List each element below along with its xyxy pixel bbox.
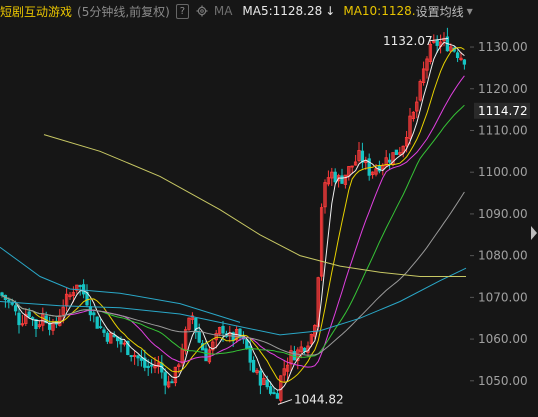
y-tick-label: 1120.00 — [478, 82, 528, 96]
chevron-down-icon[interactable]: ▼ — [467, 7, 473, 16]
candle-body — [394, 149, 399, 156]
candle-body — [119, 339, 123, 345]
candle-body — [129, 355, 133, 357]
y-tick-label: 1110.00 — [478, 123, 528, 137]
kline-svg[interactable]: 1130.00 1120.00 1110.00 1100.00 1090.00 1080.… — [0, 22, 538, 413]
down-arrow-icon: ↓ — [325, 4, 336, 18]
candle-body — [197, 331, 201, 343]
candle-body — [245, 339, 249, 349]
candle-body — [251, 359, 256, 373]
candle-body — [78, 284, 82, 287]
candle-body — [95, 316, 99, 329]
candle-body — [27, 311, 31, 318]
ma120-line — [0, 267, 467, 336]
high-label: 1132.07 — [383, 34, 433, 48]
candle-body — [13, 305, 18, 312]
candle-body — [98, 326, 103, 329]
candle-body — [136, 355, 140, 359]
y-tick-label: 1090.00 — [478, 207, 528, 221]
candle-body — [268, 386, 273, 394]
candle-body — [221, 325, 225, 334]
candle-body — [81, 284, 86, 295]
candle-body — [272, 392, 276, 395]
y-tick-label: 1080.00 — [478, 249, 528, 263]
y-tick-label: 1100.00 — [478, 165, 528, 179]
candle-body — [204, 348, 208, 362]
ma5-value: MA5:1128.28 — [242, 4, 323, 18]
candle-body — [10, 302, 14, 305]
help-button[interactable]: ? — [175, 3, 189, 19]
candle-body — [102, 329, 106, 333]
candle-body — [105, 332, 110, 342]
candle-body — [265, 379, 269, 388]
candle-body — [275, 393, 280, 399]
kline-chart[interactable]: 1130.00 1120.00 1110.00 1100.00 1090.00 1080.… — [0, 22, 538, 413]
stock-title[interactable]: 短剧互动游戏 — [0, 3, 72, 20]
candle-body — [30, 317, 35, 320]
candle-body — [149, 364, 154, 367]
y-tick-label: 1130.00 — [478, 40, 528, 54]
ma120-history-line — [0, 246, 241, 323]
candle-body — [258, 370, 263, 386]
candle-body — [7, 299, 11, 302]
candle-body — [17, 312, 21, 326]
period-label: (5分钟线,前复权) — [77, 4, 170, 19]
candle-body — [139, 357, 144, 361]
ma-toggle[interactable]: MA — [214, 4, 233, 18]
candle-body — [146, 365, 150, 368]
candle-body — [333, 171, 337, 183]
chart-header: 短剧互动游戏 (5分钟线,前复权) ? MA MA5:1128.28 ↓ MA1… — [0, 0, 538, 22]
candle-body — [387, 159, 392, 163]
candle-body — [340, 175, 344, 184]
candle-body — [455, 52, 460, 59]
ma10-value: MA10:1128. — [343, 4, 416, 18]
candle-body — [435, 39, 439, 46]
ma20-line — [1, 75, 465, 368]
candle-body — [170, 381, 174, 384]
y-tick-label: 1050.00 — [478, 374, 528, 388]
current-price-label: 1114.72 — [478, 104, 528, 118]
candle-body — [302, 347, 307, 352]
low-label: 1044.82 — [294, 393, 344, 407]
candle-body — [0, 292, 4, 296]
candle-body — [92, 312, 96, 316]
candle-body — [462, 59, 467, 65]
gear-icon[interactable] — [196, 5, 208, 17]
ma-settings-button[interactable]: 设置均线 — [416, 3, 464, 20]
y-tick-label: 1060.00 — [478, 332, 528, 346]
candle-body — [163, 372, 167, 386]
right-edge-handle[interactable] — [530, 224, 538, 242]
y-tick-label: 1070.00 — [478, 290, 528, 304]
candle-body — [360, 150, 365, 163]
